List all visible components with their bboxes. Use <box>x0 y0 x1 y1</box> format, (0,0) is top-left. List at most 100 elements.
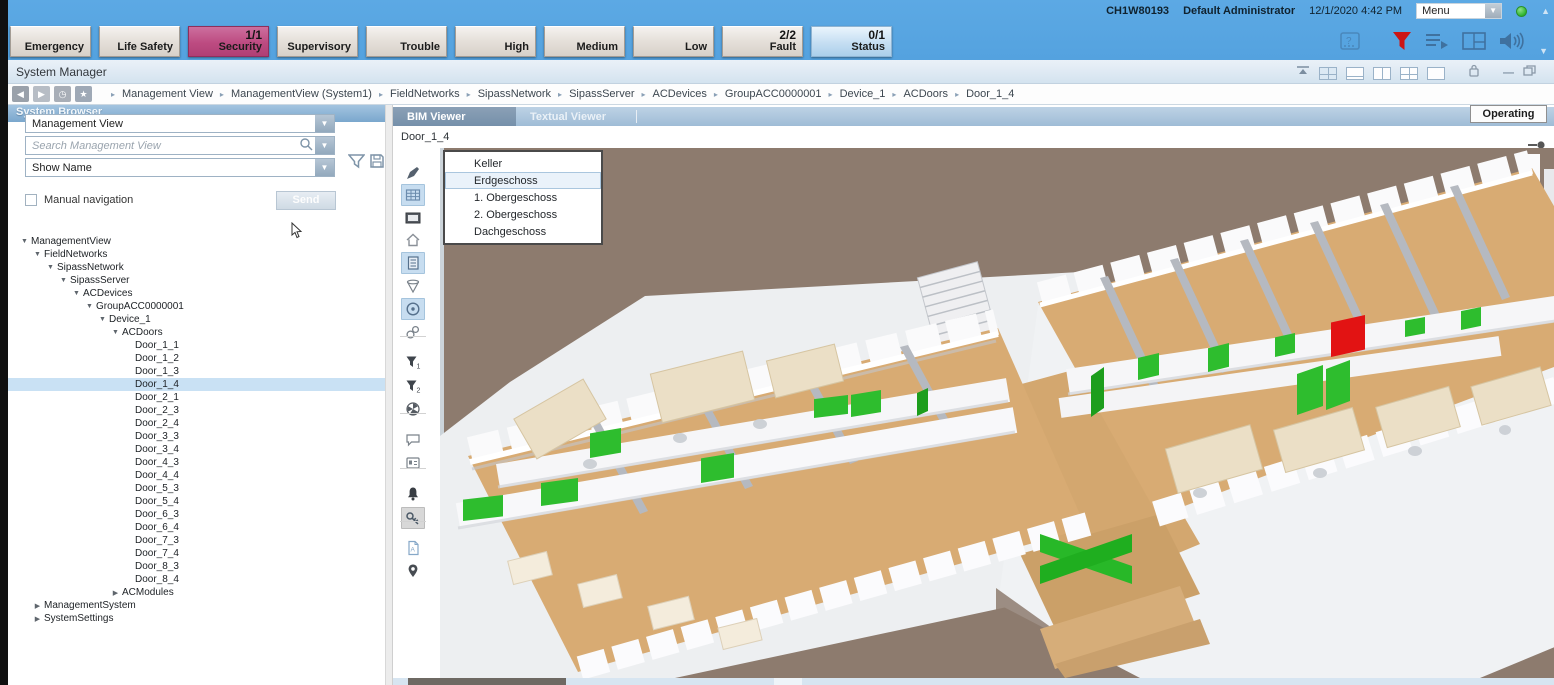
tree-item-Door_7_4[interactable]: Door_7_4 <box>8 547 385 560</box>
notebook-icon[interactable] <box>401 252 425 274</box>
tab-textual-viewer[interactable]: Textual Viewer <box>516 107 636 126</box>
expand-arrow-icon[interactable]: ▼ <box>70 290 83 297</box>
collapse-pane-icon[interactable] <box>1296 64 1310 82</box>
expand-arrow-icon[interactable]: ▼ <box>44 264 57 271</box>
manual-navigation-checkbox[interactable] <box>25 194 37 206</box>
expand-arrow-icon[interactable]: ▼ <box>83 303 96 310</box>
breadcrumb-item[interactable]: FieldNetworks <box>390 88 460 100</box>
breadcrumb-item[interactable]: Door_1_4 <box>966 88 1014 100</box>
alarm-button-trouble[interactable]: Trouble <box>366 26 447 57</box>
tree-item-Door_6_4[interactable]: Door_6_4 <box>8 521 385 534</box>
view-selector[interactable]: Management View ▼ <box>25 114 335 133</box>
scroll-down-icon[interactable]: ▼ <box>1539 46 1548 56</box>
operating-mode-button[interactable]: Operating <box>1470 105 1547 123</box>
speaker-icon[interactable] <box>1498 29 1528 53</box>
save-icon[interactable] <box>369 153 385 174</box>
comment-icon[interactable] <box>401 429 425 451</box>
history-button[interactable]: ◷ <box>54 86 71 102</box>
floor-item-dachgeschoss[interactable]: Dachgeschoss <box>445 223 601 240</box>
chevron-down-icon[interactable]: ▼ <box>1485 4 1501 18</box>
breadcrumb-item[interactable]: SipassNetwork <box>478 88 551 100</box>
tree-item-Door_3_4[interactable]: Door_3_4 <box>8 443 385 456</box>
filter-icon[interactable] <box>1391 29 1413 53</box>
screen-icon[interactable] <box>401 207 425 229</box>
restore-icon[interactable] <box>1523 64 1536 82</box>
tree-item-Door_8_3[interactable]: Door_8_3 <box>8 560 385 573</box>
search-icon[interactable] <box>299 137 313 154</box>
bim-3d-canvas[interactable] <box>440 148 1554 678</box>
bell-icon[interactable] <box>401 483 425 505</box>
collapse-arrow-icon[interactable]: ▶ <box>109 589 122 597</box>
tree-item-Door_3_3[interactable]: Door_3_3 <box>8 430 385 443</box>
tree-item-Door_5_3[interactable]: Door_5_3 <box>8 482 385 495</box>
alarm-button-status[interactable]: 0/1Status <box>811 26 892 57</box>
pane-collapse-handle[interactable] <box>1528 136 1546 144</box>
tree-item-Door_1_1[interactable]: Door_1_1 <box>8 339 385 352</box>
panel-splitter[interactable] <box>385 105 393 685</box>
card-icon[interactable] <box>401 452 425 474</box>
expand-arrow-icon[interactable]: ▼ <box>57 277 70 284</box>
tree-item-Door_2_1[interactable]: Door_2_1 <box>8 391 385 404</box>
floor-item-erdgeschoss[interactable]: Erdgeschoss <box>445 172 601 189</box>
link-icon[interactable] <box>401 321 425 343</box>
tree-item-Door_8_4[interactable]: Door_8_4 <box>8 573 385 586</box>
cone-icon[interactable] <box>401 275 425 297</box>
key-icon[interactable] <box>401 507 425 529</box>
tree-item-Door_4_4[interactable]: Door_4_4 <box>8 469 385 482</box>
send-button[interactable]: Send <box>276 191 336 210</box>
menu-dropdown[interactable]: Menu ▼ <box>1416 3 1502 19</box>
tree-item-Door_1_4[interactable]: Door_1_4 <box>8 378 385 391</box>
expand-arrow-icon[interactable]: ▼ <box>31 251 44 258</box>
favorites-star-button[interactable]: ★ <box>75 86 92 102</box>
tree-item-ManagementView[interactable]: ▼ManagementView <box>8 235 385 248</box>
alarm-button-security[interactable]: 1/1Security <box>188 26 269 57</box>
layout-grid-icon[interactable] <box>1319 67 1337 80</box>
breadcrumb-item[interactable]: ACDoors <box>903 88 948 100</box>
event-list-icon[interactable] <box>1424 29 1450 53</box>
alarm-button-emergency[interactable]: Emergency <box>10 26 91 57</box>
tree-item-FieldNetworks[interactable]: ▼FieldNetworks <box>8 248 385 261</box>
alarm-button-supervisory[interactable]: Supervisory <box>277 26 358 57</box>
lock-icon[interactable] <box>1468 64 1480 82</box>
tree-item-SipassServer[interactable]: ▼SipassServer <box>8 274 385 287</box>
alarm-button-fault[interactable]: 2/2Fault <box>722 26 803 57</box>
bottom-panel-tab[interactable] <box>408 678 566 685</box>
layout-icon[interactable] <box>1461 29 1487 53</box>
tree-item-Door_6_3[interactable]: Door_6_3 <box>8 508 385 521</box>
floor-item-keller[interactable]: Keller <box>445 155 601 172</box>
breadcrumb-item[interactable]: ManagementView (System1) <box>231 88 372 100</box>
tree-item-Door_5_4[interactable]: Door_5_4 <box>8 495 385 508</box>
floor-item-2-obergeschoss[interactable]: 2. Obergeschoss <box>445 206 601 223</box>
chevron-down-icon[interactable]: ▼ <box>315 159 334 176</box>
tree-item-Door_1_2[interactable]: Door_1_2 <box>8 352 385 365</box>
breadcrumb-item[interactable]: Device_1 <box>840 88 886 100</box>
tree-item-ACModules[interactable]: ▶ACModules <box>8 586 385 599</box>
back-button[interactable]: ◀ <box>12 86 29 102</box>
event-detail-icon[interactable]: ? <box>1338 29 1362 53</box>
filter1-icon[interactable]: 1 <box>401 351 425 373</box>
minimize-icon[interactable]: — <box>1503 67 1514 79</box>
target-icon[interactable] <box>401 298 425 320</box>
tree-item-Door_7_3[interactable]: Door_7_3 <box>8 534 385 547</box>
breadcrumb-item[interactable]: GroupACC0000001 <box>725 88 822 100</box>
floor-item-1-obergeschoss[interactable]: 1. Obergeschoss <box>445 189 601 206</box>
tab-bim-viewer[interactable]: BIM Viewer <box>393 107 516 126</box>
alarm-button-life-safety[interactable]: Life Safety <box>99 26 180 57</box>
tree-item-Door_1_3[interactable]: Door_1_3 <box>8 365 385 378</box>
alarm-button-medium[interactable]: Medium <box>544 26 625 57</box>
home-icon[interactable] <box>401 229 425 251</box>
tree-item-Door_2_4[interactable]: Door_2_4 <box>8 417 385 430</box>
marker-icon[interactable] <box>401 162 425 184</box>
collapse-up-icon[interactable]: ▲ <box>1541 6 1550 16</box>
collapse-arrow-icon[interactable]: ▶ <box>31 615 44 623</box>
grid-icon[interactable] <box>401 184 425 206</box>
tree-item-GroupACC0000001[interactable]: ▼GroupACC0000001 <box>8 300 385 313</box>
alarm-button-high[interactable]: High <box>455 26 536 57</box>
display-mode-selector[interactable]: Show Name ▼ <box>25 158 335 177</box>
chevron-down-icon[interactable]: ▼ <box>315 137 334 154</box>
layout-single-icon[interactable] <box>1427 67 1445 80</box>
expand-arrow-icon[interactable]: ▼ <box>18 238 31 245</box>
layout-left-icon[interactable] <box>1373 67 1391 80</box>
tree-item-ACDevices[interactable]: ▼ACDevices <box>8 287 385 300</box>
layout-quad-icon[interactable] <box>1400 67 1418 80</box>
